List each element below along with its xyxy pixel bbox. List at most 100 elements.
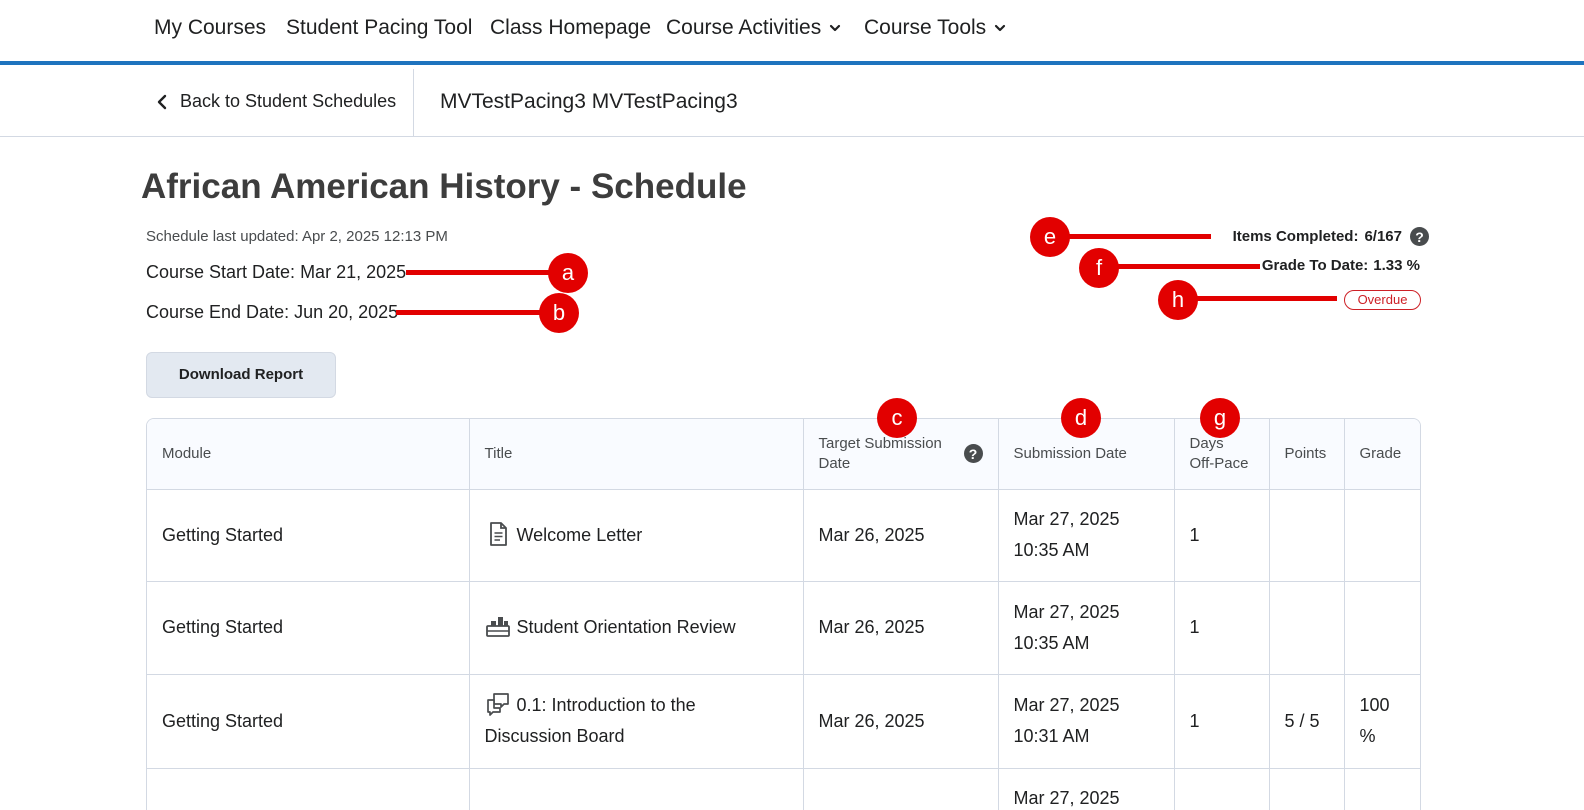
module-cell: Getting Started [147, 674, 470, 769]
download-report-button[interactable]: Download Report [146, 352, 336, 398]
module-cell: Getting Started [147, 489, 470, 582]
points-cell: 5 / 5 [1269, 674, 1345, 769]
submission-time: 10:31 AM [1013, 726, 1090, 746]
annotation-marker-c: c [877, 398, 917, 438]
days-off-pace-cell [1174, 768, 1270, 810]
module-cell: Getting Started [147, 581, 470, 675]
points-cell [1269, 768, 1345, 810]
context-bar: Back to Student Schedules MVTestPacing3 … [0, 69, 1584, 137]
header-text: Target Submission [818, 434, 942, 452]
days-off-pace-cell: 1 [1174, 581, 1270, 675]
nav-label: Student Pacing Tool [286, 16, 473, 39]
submission-date: Mar 27, 2025 [1013, 509, 1120, 529]
nav-my-courses[interactable]: My Courses [154, 16, 266, 40]
chevron-down-icon [995, 24, 1006, 32]
module-cell [147, 768, 470, 810]
submission-date-cell: Mar 27, 2025 10:35 AM [998, 581, 1175, 675]
status-badge: Overdue [1344, 290, 1421, 310]
table-row: Getting Started Student Orientation Revi… [147, 581, 1420, 675]
grade-to-date-value: 1.33 % [1373, 257, 1420, 274]
title-cell[interactable]: 0.1: Introduction to the Discussion Boar… [469, 674, 804, 769]
grade-cell: 100% [1344, 674, 1420, 769]
header-text: Date [818, 454, 851, 472]
divider [413, 69, 414, 136]
target-date-cell [803, 768, 999, 810]
submission-date-cell: Mar 27, 2025 10:31 AM [998, 674, 1175, 769]
annotation-line [396, 310, 546, 315]
schedule-table: Module Title Target Submission Date ? Sub… [146, 418, 1421, 810]
submission-date: Mar 27, 2025 [1013, 601, 1120, 622]
items-completed-label: Items Completed: [1232, 228, 1359, 245]
grade-unit: % [1359, 726, 1376, 746]
help-icon[interactable]: ? [1410, 227, 1429, 246]
annotation-marker-d: d [1061, 398, 1101, 438]
course-end-date: Course End Date: Jun 20, 2025 [146, 302, 399, 322]
last-updated-text: Schedule last updated: Apr 2, 2025 12:13… [146, 228, 448, 245]
items-completed-value: 6/167 [1364, 228, 1402, 245]
annotation-line [406, 270, 556, 275]
points-cell [1269, 489, 1345, 582]
grade-cell [1344, 489, 1420, 582]
page-title: African American History - Schedule [141, 167, 747, 206]
title-cell[interactable]: Student Orientation Review [469, 581, 804, 675]
annotation-marker-f: f [1079, 248, 1119, 288]
document-icon [489, 521, 507, 546]
target-date-cell: Mar 26, 2025 [803, 581, 999, 675]
target-date-cell: Mar 26, 2025 [803, 674, 999, 769]
student-name: MVTestPacing3 MVTestPacing3 [440, 90, 738, 113]
grade-cell [1344, 581, 1420, 675]
chevron-down-icon [830, 24, 841, 32]
submission-time: 10:35 AM [1013, 540, 1090, 560]
grade-to-date: Grade To Date: 1.33 % [1262, 257, 1420, 274]
nav-course-activities[interactable]: Course Activities [666, 16, 841, 40]
nav-student-pacing-tool[interactable]: Student Pacing Tool [286, 16, 472, 40]
table-row: Getting Started 0.1: Introduction to the… [147, 674, 1420, 769]
help-icon[interactable]: ? [963, 444, 983, 464]
column-header-title[interactable]: Title [469, 419, 804, 490]
quiz-icon [485, 617, 510, 637]
table-row: Getting Started Welcome Letter Mar 26, 2… [147, 489, 1420, 582]
points-cell [1269, 581, 1345, 675]
annotation-marker-b: b [539, 293, 579, 333]
annotation-marker-h: h [1158, 280, 1198, 320]
nav-course-tools[interactable]: Course Tools [864, 16, 1006, 40]
course-start-date: Course Start Date: Mar 21, 2025 [146, 262, 407, 282]
nav-label: Course Tools [864, 16, 987, 39]
submission-date: Mar 27, 2025 [1013, 695, 1120, 715]
top-navigation: My Courses Student Pacing Tool Class Hom… [0, 0, 1584, 65]
activity-title: Welcome Letter [516, 524, 643, 545]
days-off-pace-cell: 1 [1174, 489, 1270, 582]
annotation-marker-g: g [1200, 398, 1240, 438]
back-link-label: Back to Student Schedules [180, 91, 397, 111]
table-row: Mar 27, 2025 [147, 768, 1420, 810]
activity-title: 0.1: Introduction to the Discussion Boar… [484, 695, 696, 746]
activity-title: Student Orientation Review [516, 617, 736, 637]
annotation-marker-e: e [1030, 217, 1070, 257]
target-date-cell: Mar 26, 2025 [803, 489, 999, 582]
header-text: Off-Pace [1189, 454, 1249, 472]
chevron-left-icon [157, 94, 167, 109]
submission-date-cell: Mar 27, 2025 [998, 768, 1175, 810]
back-to-schedules-link[interactable]: Back to Student Schedules [156, 91, 396, 112]
grade-cell [1344, 768, 1420, 810]
submission-date: Mar 27, 2025 [1013, 787, 1120, 808]
nav-label: My Courses [154, 16, 267, 39]
items-completed: Items Completed: 6/167 ? [1233, 227, 1429, 246]
nav-label: Class Homepage [490, 16, 652, 39]
grade-to-date-label: Grade To Date: [1261, 257, 1369, 274]
column-header-grade[interactable]: Grade [1344, 419, 1420, 490]
submission-time: 10:35 AM [1013, 632, 1090, 653]
column-header-points[interactable]: Points [1269, 419, 1345, 490]
annotation-line [1065, 234, 1211, 239]
title-cell[interactable] [469, 768, 804, 810]
annotation-line [1193, 296, 1337, 301]
annotation-marker-a: a [548, 253, 588, 293]
grade-value: 100 [1359, 695, 1390, 715]
title-cell[interactable]: Welcome Letter [469, 489, 804, 582]
days-off-pace-cell: 1 [1174, 674, 1270, 769]
submission-date-cell: Mar 27, 2025 10:35 AM [998, 489, 1175, 582]
nav-class-homepage[interactable]: Class Homepage [490, 16, 651, 40]
column-header-module[interactable]: Module [147, 419, 470, 490]
nav-label: Course Activities [666, 16, 822, 39]
annotation-line [1114, 264, 1260, 269]
